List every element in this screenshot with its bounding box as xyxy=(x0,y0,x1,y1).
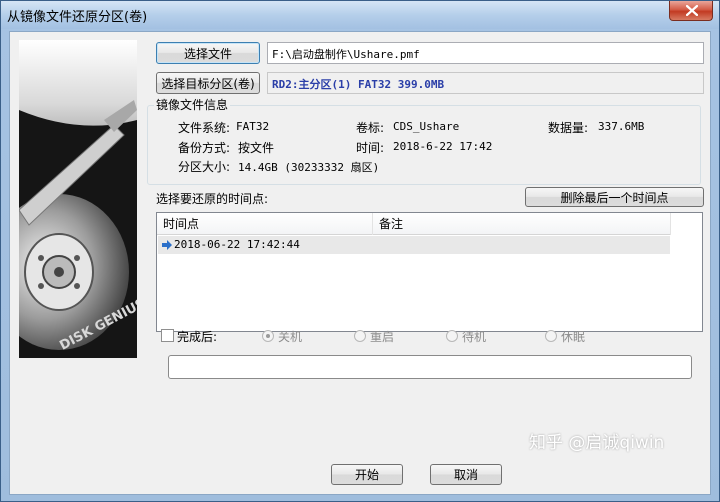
radio-hibernate[interactable] xyxy=(545,330,557,342)
close-icon xyxy=(686,5,698,16)
disk-genius-side-image: DISK GENIUS xyxy=(19,40,137,358)
volume-value: CDS_Ushare xyxy=(393,120,460,133)
data-size-value: 337.6MB xyxy=(598,120,645,133)
watermark-text: 知乎 @启诚qiwin xyxy=(529,433,665,453)
partition-size-label: 分区大小: xyxy=(178,160,231,174)
timepoint-cell: 2018-06-22 17:42:44 xyxy=(174,238,300,251)
radio-shutdown-label: 关机 xyxy=(278,330,303,344)
select-target-partition-button[interactable]: 选择目标分区(卷) xyxy=(156,72,260,94)
backup-mode-label: 备份方式: xyxy=(178,141,231,155)
filesystem-value: FAT32 xyxy=(236,120,270,133)
partition-size-value: 14.4GB (30233332 扇区) xyxy=(238,161,380,174)
image-info-group-label: 镜像文件信息 xyxy=(154,96,231,113)
radio-hibernate-label: 休眠 xyxy=(561,330,586,344)
target-partition-field: RD2:主分区(1) FAT32 399.0MB xyxy=(267,72,704,94)
radio-restart-label: 重启 xyxy=(370,330,395,344)
timepoints-label: 选择要还原的时间点: xyxy=(156,192,269,206)
column-header-note[interactable]: 备注 xyxy=(373,213,671,235)
time-label: 时间: xyxy=(356,141,385,155)
cancel-button[interactable]: 取消 xyxy=(430,464,502,485)
filesystem-label: 文件系统: xyxy=(178,121,231,135)
radio-standby[interactable] xyxy=(446,330,458,342)
time-value: 2018-6-22 17:42 xyxy=(393,140,493,153)
radio-standby-label: 待机 xyxy=(462,330,487,344)
after-completion-checkbox[interactable] xyxy=(161,329,174,342)
backup-mode-value: 按文件 xyxy=(238,141,275,155)
radio-shutdown[interactable] xyxy=(262,330,274,342)
select-file-button[interactable]: 选择文件 xyxy=(156,42,260,64)
timepoints-list[interactable]: 时间点 备注 2018-06-22 17:42:44 xyxy=(156,212,703,332)
title-bar[interactable]: 从镜像文件还原分区(卷) xyxy=(1,1,719,29)
radio-restart[interactable] xyxy=(354,330,366,342)
start-button[interactable]: 开始 xyxy=(331,464,403,485)
hard-disk-illustration: DISK GENIUS xyxy=(19,40,137,358)
table-row[interactable]: 2018-06-22 17:42:44 xyxy=(158,236,670,254)
volume-label: 卷标: xyxy=(356,121,385,135)
arrow-right-icon xyxy=(162,240,172,250)
image-file-path-field[interactable]: F:\启动盘制作\Ushare.pmf xyxy=(267,42,704,64)
progress-bar xyxy=(168,355,692,379)
after-completion-label: 完成后: xyxy=(177,330,218,344)
data-size-label: 数据量: xyxy=(548,121,589,135)
dialog-client-area: DISK GENIUS 选择文件 F:\启动盘制作\Ushare.pmf 选择目… xyxy=(9,31,711,495)
timepoints-list-header: 时间点 备注 xyxy=(157,213,671,235)
window-title: 从镜像文件还原分区(卷) xyxy=(7,10,148,25)
restore-dialog-window: 从镜像文件还原分区(卷) DISK GENIUS 选择文件 F:\启动盘制作\U… xyxy=(0,0,720,502)
close-button[interactable] xyxy=(669,1,713,21)
delete-last-timepoint-button[interactable]: 删除最后一个时间点 xyxy=(525,187,704,207)
column-header-timepoint[interactable]: 时间点 xyxy=(157,213,373,235)
